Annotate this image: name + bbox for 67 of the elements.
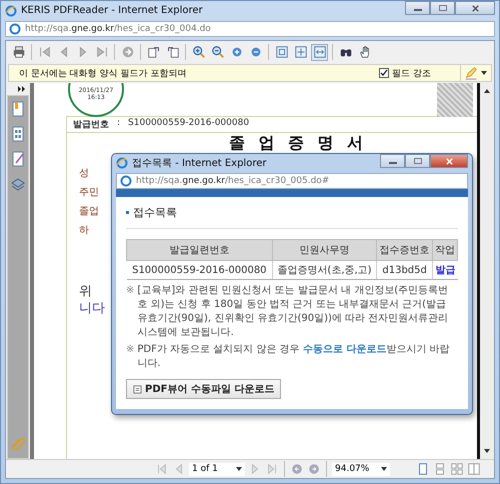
column-header: 접수증번호 — [376, 240, 433, 260]
checkbox[interactable] — [379, 68, 390, 78]
field-label: 하 — [79, 224, 89, 238]
column-header: 발급일련번호 — [126, 240, 273, 260]
note-text: PDF가 자동으로 설치되지 않은 경우 수동으로 다운로드받으시기 바랍니다. — [137, 343, 450, 371]
issue-number: S100000559-2016-000080 — [128, 118, 250, 130]
back-icon[interactable] — [290, 462, 304, 476]
thumbnails-icon[interactable] — [11, 126, 25, 142]
address-field[interactable]: http://sqa.gne.go.kr/hes_ica_cr30_004.do — [5, 21, 495, 37]
browser-icon — [9, 23, 21, 35]
fit-width-icon[interactable] — [311, 44, 328, 60]
expand-icon[interactable] — [18, 86, 26, 92]
continuous-page-icon[interactable] — [433, 462, 447, 476]
scroll-down-icon[interactable] — [484, 449, 490, 453]
zoom-out-icon[interactable] — [209, 44, 226, 60]
note-text: [교육부]와 관련된 민원신청서 또는 발급문서 내 개인정보(주민등록번호 외)는 신청 후 180일 동안 법적 근거 또는 내부결재문서 근거(발급 유효기간(90일), 진위확인 유효기간(90일))에 따라 전자민원서류관리시스템에 보관됩니다. — [137, 284, 450, 340]
minimize-button[interactable] — [380, 154, 405, 168]
single-page-icon[interactable] — [416, 462, 430, 476]
maximize-button[interactable] — [405, 154, 430, 168]
browser-icon — [120, 175, 132, 187]
dropdown-arrow-icon[interactable] — [236, 467, 242, 471]
note-mark: ※ — [126, 284, 134, 298]
checkbox-label: 필드 강조 — [392, 68, 431, 80]
layers-icon[interactable] — [11, 176, 25, 192]
zoom-in-icon[interactable] — [190, 44, 207, 60]
column-header: 작업 — [432, 240, 458, 260]
zoom-field[interactable]: 94.07% — [332, 462, 390, 476]
download-button[interactable]: PDF뷰어 수동파일 다운로드 — [126, 379, 282, 399]
form-message: 이 문서에는 대화형 양식 필드가 포함되며 — [19, 68, 186, 80]
download-link[interactable]: 수동으로 다운로드 — [302, 344, 386, 355]
table-cell: d13bd5d — [376, 260, 433, 280]
issue-link[interactable]: 발급 — [435, 265, 456, 276]
dropdown-arrow-icon[interactable] — [381, 467, 387, 471]
signature-icon[interactable] — [11, 151, 25, 167]
address-field[interactable]: http://sqa.gne.go.kr/hes_ica_cr30_005.do# — [116, 173, 468, 189]
scroll-up-icon[interactable] — [484, 89, 490, 93]
section-heading: 접수목록 — [133, 205, 177, 220]
field-label: 성 — [79, 167, 89, 181]
close-icon — [470, 4, 480, 12]
bookmark-icon[interactable] — [11, 101, 25, 117]
body-text: 위 — [79, 283, 92, 299]
field-label: 주민 — [79, 186, 99, 200]
note-mark: ※ — [126, 343, 134, 357]
table-cell: 졸업증명서(초,중,고) — [272, 260, 376, 280]
bullet-icon — [126, 211, 129, 214]
facing-pages-icon[interactable] — [450, 462, 464, 476]
window-title: KERIS PDFReader - Internet Explorer — [21, 5, 203, 16]
issue-separator: : — [117, 118, 120, 130]
two-page-icon[interactable] — [467, 462, 481, 476]
close-button[interactable] — [455, 1, 495, 15]
forward-icon[interactable] — [307, 462, 321, 476]
minimize-button[interactable] — [405, 1, 430, 15]
browser-icon — [116, 157, 128, 169]
column-header: 민원사무명 — [272, 240, 376, 260]
close-icon — [444, 156, 454, 166]
issue-label: 발급번호 — [73, 119, 109, 131]
document-icon — [133, 384, 142, 394]
maximize-button[interactable] — [430, 1, 455, 15]
browser-icon — [5, 4, 17, 16]
document-title: 졸 업 증 명 서 — [228, 134, 368, 152]
body-text: 니다 — [79, 300, 105, 316]
close-button[interactable] — [430, 154, 468, 168]
page-field[interactable]: 1 of 1 — [189, 462, 245, 476]
field-label: 졸업 — [79, 205, 99, 219]
table-cell: S100000559-2016-000080 — [126, 260, 273, 280]
window-title: 접수목록 - Internet Explorer — [132, 157, 266, 170]
dropdown-arrow-icon[interactable] — [481, 71, 487, 75]
